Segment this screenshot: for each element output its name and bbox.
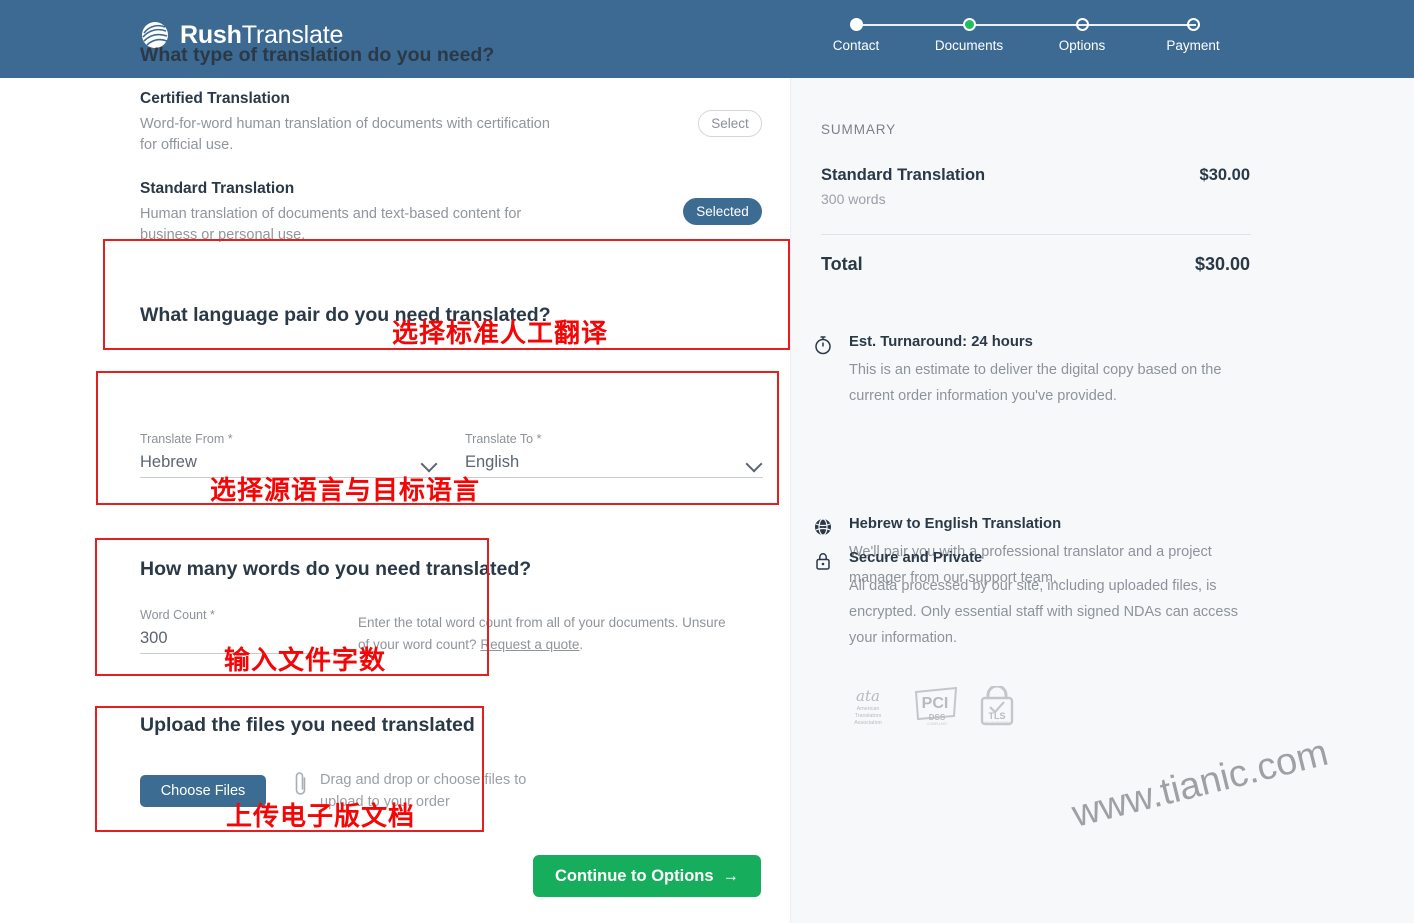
info-turnaround-body: This is an estimate to deliver the digit… [849,362,1222,404]
summary-heading: SUMMARY [821,122,897,137]
certified-translation-option[interactable]: Certified Translation Word-for-word huma… [140,90,700,156]
step-dot-documents [962,18,976,31]
word-count-hint-period: . [579,637,584,652]
summary-total-value: $30.00 [1194,254,1250,274]
step-label-contact: Contact [832,38,880,53]
summary-total-label: Total [821,254,863,274]
translate-from-label: Translate From * [140,432,233,446]
summary-divider [821,234,1251,235]
annotation-label-upload: 上传电子版文档 [226,802,416,832]
step-dot-contact [849,18,863,31]
progress-steps: Contact Documents Options Payment [820,14,1240,66]
translate-to-value: English [465,453,520,471]
svg-text:PCI: PCI [922,695,949,712]
select-certified-button[interactable]: Select [698,110,762,137]
svg-text:Association: Association [854,720,882,726]
svg-text:COMPLIANT: COMPLIANT [927,722,949,726]
standard-translation-description: Human translation of documents and text-… [140,206,522,243]
standard-translation-option[interactable]: Standard Translation Human translation o… [140,180,700,246]
arrow-right-icon: → [722,866,740,885]
svg-text:Translators: Translators [855,713,882,719]
svg-text:ata: ata [856,687,880,705]
upload-files-question: Upload the files you need translated [140,714,475,736]
annotation-label-language-pair: 选择源语言与目标语言 [210,476,481,506]
lock-icon [813,551,833,571]
stopwatch-icon [813,335,833,355]
translation-type-question: What type of translation do you need? [140,44,495,66]
continue-to-options-button[interactable]: Continue to Options → [533,855,761,897]
step-options[interactable]: Options [1022,14,1142,53]
certified-translation-title: Certified Translation [140,90,290,107]
info-secure-private-body: All data processed by our site, includin… [849,578,1239,646]
tls-badge-icon: TLS secure shopping [977,684,1017,731]
pci-dss-badge-icon: PCI DSS COMPLIANT [913,686,959,731]
step-documents[interactable]: Documents [909,14,1029,53]
step-payment[interactable]: Payment [1133,14,1253,53]
step-dot-payment [1186,18,1200,31]
annotation-label-word-count: 输入文件字数 [224,646,387,676]
word-count-label: Word Count * [140,608,215,622]
paperclip-icon [292,770,310,798]
svg-text:DSS: DSS [929,713,946,722]
request-a-quote-link[interactable]: Request a quote [480,637,579,652]
ata-badge-icon: ata American Translators Association [841,686,895,731]
info-secure-private: Secure and Private All data processed by… [813,550,1257,651]
step-dot-options [1075,18,1089,31]
step-label-documents: Documents [934,38,1004,53]
annotation-label-standard-translation: 选择标准人工翻译 [392,319,609,349]
certified-translation-description: Word-for-word human translation of docum… [140,116,550,153]
step-label-options: Options [1058,38,1106,53]
info-turnaround: Est. Turnaround: 24 hours This is an est… [813,334,1257,409]
continue-button-label: Continue to Options [554,866,714,885]
globe-icon [813,517,833,537]
info-secure-private-title: Secure and Private [849,550,983,566]
svg-text:TLS: TLS [989,711,1006,721]
info-language-pair-title: Hebrew to English Translation [849,516,1062,532]
word-count-question: How many words do you need translated? [140,558,532,580]
svg-text:American: American [857,706,880,712]
step-label-payment: Payment [1166,38,1220,53]
summary-line-item-subtext: 300 words [821,191,886,207]
summary-line-item-price: $30.00 [1199,166,1250,184]
translate-to-underline [465,477,763,478]
translate-to-select[interactable]: Translate To * English [465,432,763,478]
svg-text:secure shopping: secure shopping [985,721,1010,725]
word-count-hint: Enter the total word count from all of y… [358,612,740,656]
order-summary-panel: SUMMARY Standard Translation $30.00 300 … [790,78,1414,923]
step-contact[interactable]: Contact [796,14,916,53]
translate-to-label: Translate To * [465,432,542,446]
summary-line-item-name: Standard Translation [821,166,986,184]
selected-standard-button[interactable]: Selected [683,198,762,225]
trust-badges: ata American Translators Association PCI… [841,684,1017,731]
info-turnaround-title: Est. Turnaround: 24 hours [849,334,1033,350]
standard-translation-title: Standard Translation [140,180,295,197]
